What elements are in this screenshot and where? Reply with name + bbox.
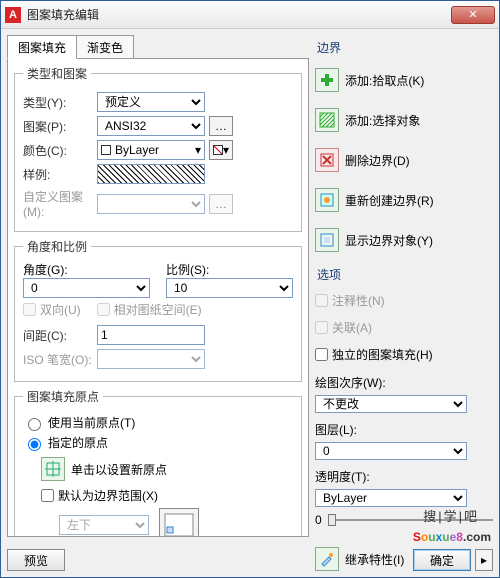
bg-color-button[interactable]: ▾ (209, 140, 233, 160)
remove-icon (315, 148, 339, 172)
label-layer: 图层(L): (315, 421, 493, 438)
select-transparency[interactable]: ByLayer (315, 489, 467, 507)
recreate-icon (315, 188, 339, 212)
recreate-boundary[interactable]: 重新创建边界(R) (315, 188, 493, 212)
select-angle[interactable]: 0 (23, 278, 150, 298)
group-type-pattern: 类型和图案 类型(Y): 预定义 图案(P): ANSI32 … 颜色(C): … (14, 65, 302, 232)
label-iso: ISO 笔宽(O): (23, 351, 93, 368)
label-color: 颜色(C): (23, 142, 93, 159)
check-associative (315, 321, 328, 334)
select-color[interactable]: ByLayer▾ (97, 140, 205, 160)
titlebar: A 图案填充编辑 ✕ (1, 1, 499, 29)
select-custom (97, 194, 205, 214)
left-panel: 类型和图案 类型(Y): 预定义 图案(P): ANSI32 … 颜色(C): … (7, 58, 309, 537)
check-bidir (23, 303, 36, 316)
section-boundary: 边界 (317, 39, 493, 56)
ok-button[interactable]: 确定 (413, 549, 471, 571)
label-sample: 样例: (23, 166, 93, 183)
preview-button[interactable]: 预览 (7, 549, 65, 571)
add-select-objects[interactable]: 添加:选择对象 (315, 108, 493, 132)
close-button[interactable]: ✕ (451, 6, 495, 24)
input-spacing[interactable] (97, 325, 205, 345)
radio-use-current[interactable] (28, 418, 41, 431)
dialog-window: A 图案填充编辑 ✕ 图案填充 渐变色 类型和图案 类型(Y): 预定义 图案(… (0, 0, 500, 578)
select-pattern[interactable]: ANSI32 (97, 116, 205, 136)
label-custom: 自定义图案(M): (23, 188, 93, 219)
check-paper (97, 303, 110, 316)
custom-browse-button: … (209, 194, 233, 214)
souxue-logo: Souxue8.com (413, 524, 491, 547)
label-draw-order: 绘图次序(W): (315, 374, 493, 391)
select-iso (97, 349, 205, 369)
tab-strip: 图案填充 渐变色 (7, 35, 309, 59)
group-angle-scale: 角度和比例 角度(G): 0 比例(S): 10 双向(U) 相对图纸 (14, 238, 302, 382)
label-spacing: 间距(C): (23, 327, 93, 344)
crosshair-icon (41, 457, 65, 481)
tab-hatch[interactable]: 图案填充 (7, 35, 77, 59)
label-angle: 角度(G): (23, 261, 150, 278)
select-layer[interactable]: 0 (315, 442, 467, 460)
radio-specified[interactable] (28, 438, 41, 451)
check-independent[interactable] (315, 348, 328, 361)
transparency-value: 0 (315, 513, 322, 527)
check-annotative (315, 294, 328, 307)
label-type: 类型(Y): (23, 94, 93, 111)
show-icon (315, 228, 339, 252)
legend-origin: 图案填充原点 (23, 388, 103, 405)
select-type[interactable]: 预定义 (97, 92, 205, 112)
remove-boundary[interactable]: 删除边界(D) (315, 148, 493, 172)
sample-swatch[interactable] (97, 164, 205, 184)
button-bar: 预览 确定 ▸ (7, 549, 493, 571)
section-options: 选项 (317, 266, 493, 283)
add-pick-points[interactable]: 添加:拾取点(K) (315, 68, 493, 92)
label-transparency: 透明度(T): (315, 468, 493, 485)
show-boundary[interactable]: 显示边界对象(Y) (315, 228, 493, 252)
color-value: ByLayer (115, 143, 159, 157)
select-draw-order[interactable]: 不更改 (315, 395, 467, 413)
tab-gradient[interactable]: 渐变色 (76, 35, 134, 59)
set-origin-button[interactable]: 单击以设置新原点 (41, 457, 293, 481)
label-pattern: 图案(P): (23, 118, 93, 135)
logo-text-top: 搜|学|吧 (423, 506, 479, 525)
check-default-ext[interactable] (41, 489, 54, 502)
extent-preview-icon (159, 508, 199, 537)
select-extent: 左下 (59, 515, 149, 535)
legend-angle: 角度和比例 (23, 238, 91, 255)
expand-button[interactable]: ▸ (475, 549, 493, 571)
app-icon: A (5, 7, 21, 23)
legend-type: 类型和图案 (23, 65, 91, 82)
pattern-browse-button[interactable]: … (209, 116, 233, 136)
group-origin: 图案填充原点 使用当前原点(T) 指定的原点 单击以设置新原点 默认为边界范围(… (14, 388, 302, 537)
label-scale: 比例(S): (166, 261, 293, 278)
plus-icon (315, 68, 339, 92)
plus-hatch-icon (315, 108, 339, 132)
window-title: 图案填充编辑 (27, 6, 451, 23)
select-scale[interactable]: 10 (166, 278, 293, 298)
